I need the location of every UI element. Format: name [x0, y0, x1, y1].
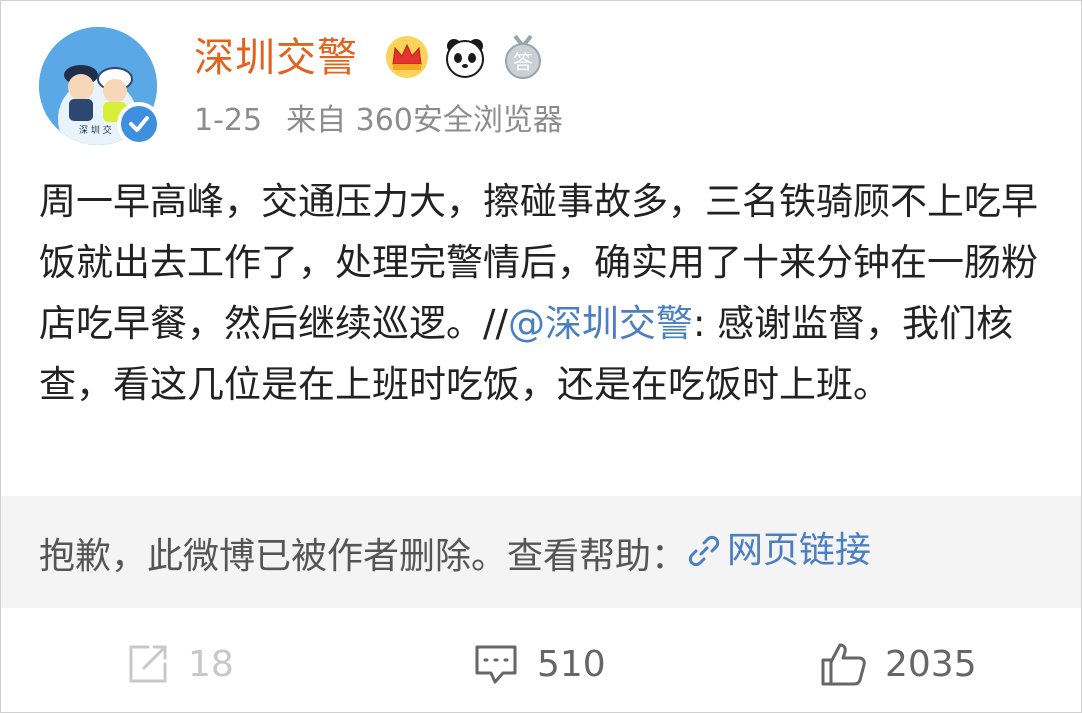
deleted-repost-notice: 抱歉，此微博已被作者删除。查看帮助： 网页链接	[1, 496, 1081, 608]
like-count: 2035	[885, 643, 977, 685]
repost-icon	[129, 645, 167, 683]
medal-badge-char: 答	[513, 50, 533, 74]
avatar-label: 深 圳 交	[79, 124, 112, 136]
panda-badge-icon[interactable]	[442, 34, 488, 80]
weibo-post-card: 深 圳 交 深圳交警 答 1-25 来自 360安全浏览器 周一早高峰，交通压力…	[0, 0, 1082, 713]
comment-button[interactable]: 510	[473, 636, 606, 692]
web-link[interactable]: 网页链接	[687, 526, 871, 576]
thumbs-up-icon	[821, 643, 866, 686]
verified-badge	[117, 102, 161, 146]
comment-icon	[475, 645, 517, 684]
mention-link[interactable]: @深圳交警	[508, 302, 693, 345]
post-source: 来自 360安全浏览器	[286, 103, 563, 138]
deleted-notice-text: 抱歉，此微博已被作者删除。查看帮助：	[39, 536, 688, 577]
repost-count: 18	[188, 643, 234, 685]
comment-count: 510	[537, 643, 606, 685]
check-icon	[129, 116, 149, 132]
post-content: 周一早高峰，交通压力大，擦碰事故多，三名铁骑顾不上吃早饭就出去工作了，处理完警情…	[39, 171, 1039, 415]
like-button[interactable]: 2035	[819, 636, 977, 692]
author-name[interactable]: 深圳交警	[194, 31, 358, 85]
badge-row: 答	[384, 34, 546, 80]
crown-badge-icon[interactable]	[384, 34, 430, 80]
medal-badge-icon[interactable]: 答	[500, 34, 546, 80]
post-date: 1-25	[194, 103, 263, 138]
web-link-label: 网页链接	[727, 530, 872, 571]
link-icon	[688, 535, 720, 567]
repost-button[interactable]: 18	[126, 636, 234, 692]
post-meta: 1-25 来自 360安全浏览器	[194, 101, 563, 141]
